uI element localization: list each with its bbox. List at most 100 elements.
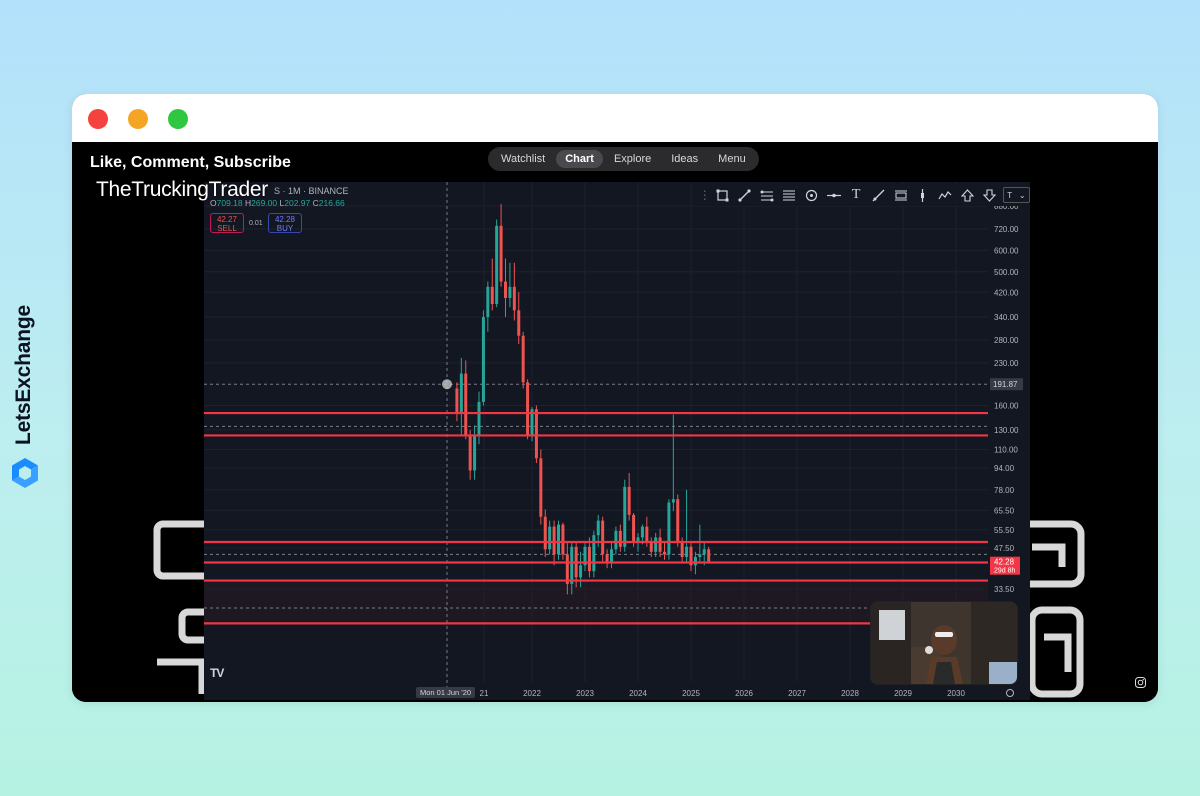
rectangle-select-icon[interactable] [712,184,734,206]
maximize-window-button[interactable] [168,109,188,129]
y-axis-tick-label: 600.00 [994,246,1019,255]
circle-tool-icon[interactable] [801,184,823,206]
candle [685,489,689,563]
buy-price: 42.28 [274,215,296,224]
candle-body [649,542,653,552]
symbol-info: S · 1M · BINANCE [274,186,349,196]
close-window-button[interactable] [88,109,108,129]
chevron-down-icon: ⌄ [1018,190,1026,200]
y-axis-tick-label: 110.00 [994,445,1018,454]
candle-body [658,537,662,552]
minimize-window-button[interactable] [128,109,148,129]
candle [627,473,631,521]
x-axis-tick-label: 2027 [788,689,806,698]
y-axis-tick-label: 720.00 [994,225,1019,234]
settings-gear-icon [1006,689,1014,697]
candle-body [702,549,706,555]
vertical-line-icon[interactable] [912,184,934,206]
candle [605,549,609,569]
pattern-tool-icon[interactable] [934,184,956,206]
candle [455,382,459,422]
y-axis-tick-label: 47.50 [994,544,1015,553]
candle [517,292,521,345]
candle-body [579,565,583,578]
crosshair-dot [442,379,452,390]
candle [468,429,472,480]
candle-body [693,557,697,566]
candle-body [490,286,494,304]
candle-body [623,486,627,547]
candle-body [632,514,636,543]
ray-line-icon[interactable] [867,184,889,206]
x-axis-tick-label: 2023 [576,689,594,698]
candle-body [495,225,499,304]
trend-line-icon[interactable] [734,184,756,206]
y-axis-tick-label: 500.00 [994,268,1019,277]
candle-body [596,520,600,536]
candle [495,219,499,308]
candle-body [601,520,605,555]
candle-body [526,382,530,435]
webcam-person-image [871,602,1017,684]
candle [676,494,680,547]
candle-body [592,535,596,572]
candle [663,542,666,560]
candle [654,532,658,558]
sell-button[interactable]: 42.27 SELL [210,213,244,233]
candle-body [459,373,463,414]
nav-explore[interactable]: Explore [605,150,660,168]
nav-watchlist[interactable]: Watchlist [492,150,554,168]
x-axis-tick-label: 2025 [682,689,700,698]
brand-wordmark: LetsExchange [12,305,35,445]
more-tools-dropdown[interactable]: T ⌄ [1002,187,1030,203]
horizontal-line-icon[interactable] [823,184,845,206]
text-tool-icon[interactable]: T [845,184,867,206]
crosshair-date-tag: Mon 01 Jun '20 [416,687,476,698]
candle [610,542,613,569]
ohlc-close: 216.66 [318,198,345,208]
nav-ideas[interactable]: Ideas [662,150,707,168]
x-axis-tick-label: 2026 [735,689,753,698]
candle-body [618,530,622,547]
candle [459,357,463,435]
candle [473,425,477,480]
y-axis-tick-label: 340.00 [994,313,1019,322]
candle-body [654,537,658,552]
candle-body [473,434,477,471]
candle [583,542,587,572]
drag-handle-icon[interactable]: ⋮ [698,184,712,206]
candle [499,204,503,287]
candle-body [565,554,569,584]
candle-body [534,409,538,459]
arrow-down-icon[interactable] [979,184,1001,206]
candle-body [508,286,512,298]
candle-body [587,546,591,572]
spread-value: 0.01 [249,220,263,227]
candle-body [512,286,516,311]
buy-button[interactable]: 42.28 BUY [268,213,302,233]
video-frame[interactable]: Like, Comment, Subscribe Watchlist Chart… [72,142,1158,702]
position-tool-icon[interactable] [890,184,912,206]
parallel-channel-icon[interactable] [756,184,778,206]
candle-body [614,530,618,550]
nav-chart[interactable]: Chart [556,150,603,168]
more-tools-label: T [1007,190,1013,200]
y-axis-tick-label: 280.00 [994,336,1019,345]
candle [486,281,490,332]
browser-window: Like, Comment, Subscribe Watchlist Chart… [72,94,1158,702]
candle [508,262,512,308]
candle-body [464,373,468,435]
candle-body [486,286,490,318]
candle-body [667,502,671,555]
y-axis-tick-label: 160.00 [994,402,1019,411]
x-axis-tick-label: 2028 [841,689,859,698]
candle [601,516,605,563]
y-axis-tick-label: 94.00 [994,464,1015,473]
arrow-up-icon[interactable] [956,184,978,206]
candle [464,360,468,440]
tradingview-logo: TV [210,666,224,680]
buy-label: BUY [276,224,294,233]
fib-retracement-icon[interactable] [778,184,800,206]
nav-menu[interactable]: Menu [709,150,755,168]
candle-body [539,458,543,517]
